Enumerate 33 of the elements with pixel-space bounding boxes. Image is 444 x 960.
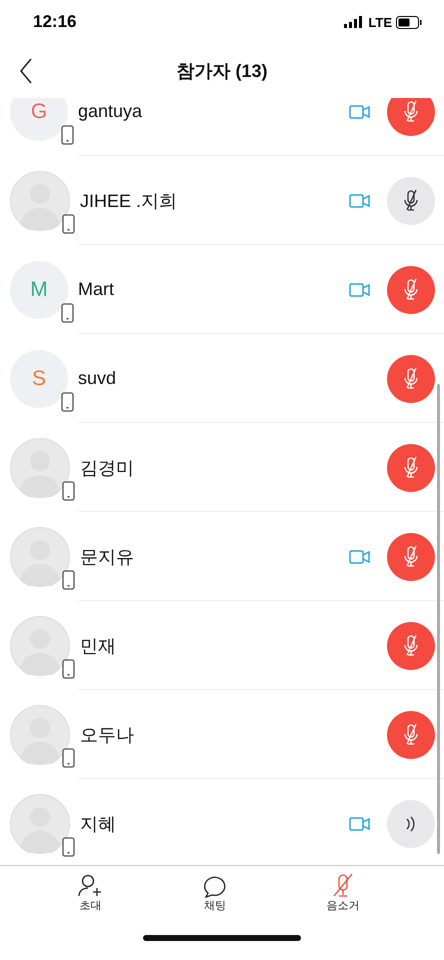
phone-icon	[61, 392, 74, 412]
avatar-initial: G	[30, 100, 48, 124]
unmute-button[interactable]	[387, 176, 435, 224]
invite-tab[interactable]: 초대	[73, 866, 108, 916]
speech-bubble-icon	[202, 874, 228, 898]
add-person-icon	[77, 874, 104, 898]
back-chevron-icon	[19, 58, 33, 84]
phone-icon	[62, 214, 75, 234]
participant-name: 문지유	[80, 546, 135, 568]
phone-icon	[62, 836, 75, 856]
phone-icon	[62, 748, 75, 768]
avatar-initial: M	[30, 278, 48, 302]
status-time: 12:16	[33, 12, 76, 32]
phone-icon	[61, 302, 74, 322]
chat-tab[interactable]: 채팅	[198, 866, 232, 916]
participant-name: 민재	[80, 634, 117, 658]
mute-tab[interactable]: 음소거	[322, 866, 364, 916]
phone-icon	[62, 480, 75, 500]
phone-icon	[61, 124, 74, 144]
phone-icon	[62, 570, 75, 590]
screen-title: 참가자 (13)	[176, 60, 268, 83]
battery-icon	[396, 16, 422, 28]
participant-name: suvd	[78, 368, 118, 389]
participant-name: 오두나	[80, 724, 135, 746]
participant-name: 지혜	[80, 812, 117, 836]
participant-name: JIHEE .지희	[80, 190, 178, 212]
signal-icon	[344, 16, 364, 28]
avatar-initial: S	[32, 366, 46, 390]
participant-name: 김경미	[80, 456, 135, 480]
participant-name: Mart	[78, 279, 115, 300]
participant-name: gantuya	[78, 101, 144, 122]
phone-icon	[62, 658, 75, 678]
network-label: LTE	[368, 14, 392, 30]
